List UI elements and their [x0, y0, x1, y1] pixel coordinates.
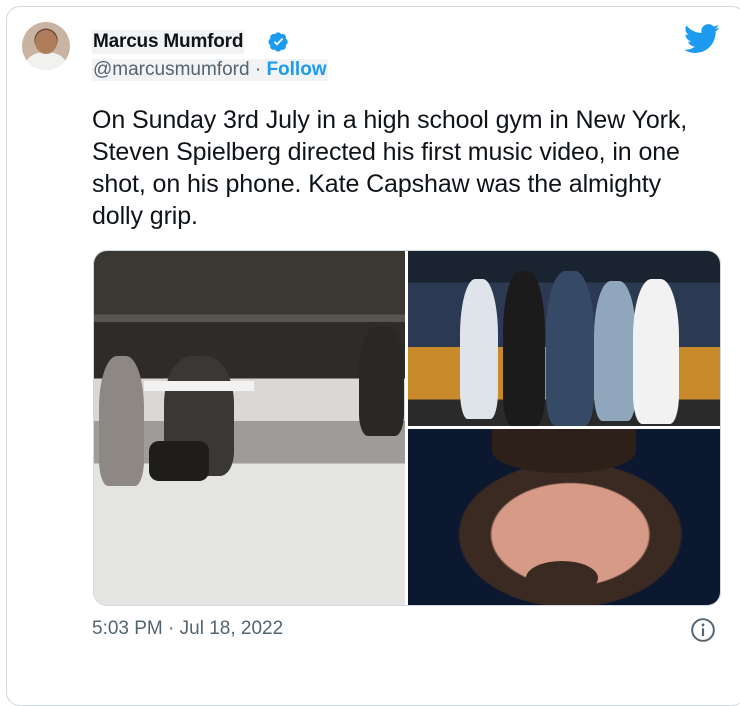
photo-portrait[interactable]	[408, 429, 720, 605]
photo-gym-filming[interactable]	[94, 251, 405, 605]
avatar[interactable]	[22, 22, 70, 70]
twitter-bird-icon[interactable]	[684, 24, 720, 54]
author-display-name[interactable]: Marcus Mumford	[92, 30, 245, 54]
photo-group[interactable]	[408, 251, 720, 426]
tweet-timestamp[interactable]: 5:03 PM · Jul 18, 2022	[92, 618, 283, 640]
author-handle[interactable]: @marcusmumford	[93, 59, 250, 80]
author-handle-row: @marcusmumford · Follow	[92, 59, 328, 81]
handle-separator: ·	[254, 59, 262, 80]
info-icon[interactable]	[690, 617, 716, 643]
follow-button[interactable]: Follow	[266, 59, 326, 80]
media-grid	[93, 250, 721, 606]
tweet-text: On Sunday 3rd July in a high school gym …	[92, 106, 688, 230]
verified-badge-icon	[268, 32, 288, 52]
